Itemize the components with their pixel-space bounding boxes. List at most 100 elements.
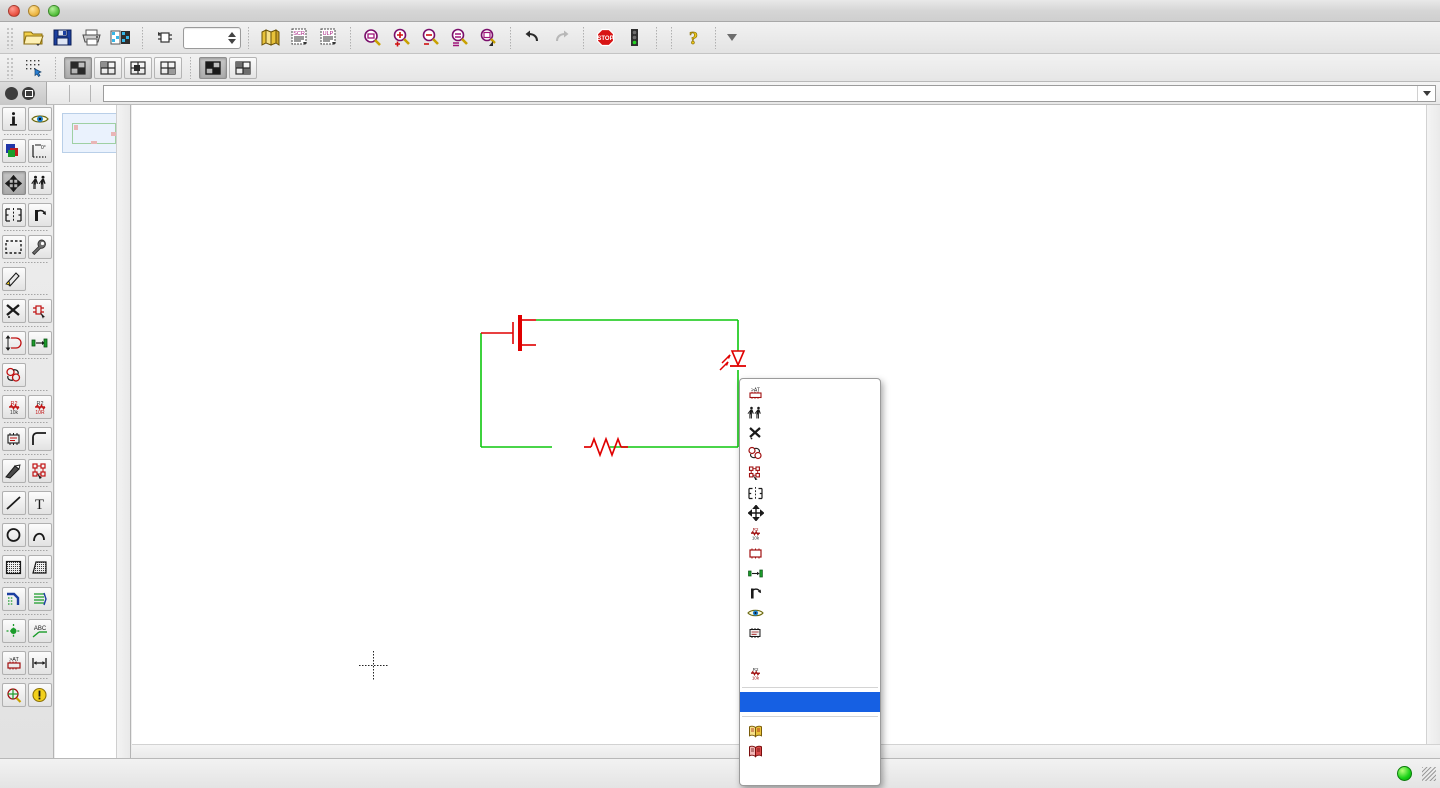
gateswap-tool[interactable] [1,363,26,387]
invoke-tool[interactable] [27,459,52,483]
junction-tool[interactable] [1,619,26,643]
label-tool[interactable]: ABC [27,619,52,643]
ctx-delete[interactable] [740,423,880,443]
command-history-dropdown[interactable] [1417,85,1435,101]
paste-tool[interactable] [1,267,26,291]
dimension-tool[interactable] [27,651,52,675]
canvas-vertical-scrollbar[interactable] [1426,105,1440,744]
ctx-replace[interactable] [740,563,880,583]
help-button[interactable]: ? [680,25,707,51]
smash-tool[interactable] [1,427,26,451]
errc-tool[interactable] [1,683,26,707]
zoom-out-button[interactable] [417,25,444,51]
ctx-open-symbol[interactable] [740,721,880,741]
display-layers-mid-button[interactable] [154,56,182,79]
display-layers-top-button[interactable] [94,56,122,79]
sheet-spinner-arrows[interactable] [226,31,240,44]
ctx-show[interactable] [740,603,880,623]
float-panel-icon[interactable] [22,86,35,100]
ctx-smash[interactable] [740,623,880,643]
ctx-rotate[interactable] [740,583,880,603]
copy-tool[interactable] [27,171,52,195]
layer-toolbar-drag-grip[interactable] [6,56,15,79]
sheet-thumbnail[interactable] [61,113,124,153]
command-input[interactable] [104,85,1417,101]
mark-tool[interactable]: 0° [27,139,52,163]
zoom-select-button[interactable] [475,25,502,51]
text-tool[interactable]: T [27,491,52,515]
go-button[interactable] [621,25,648,51]
sheets-scrollbar[interactable] [116,105,130,758]
show-tool[interactable] [27,107,52,131]
undo-button[interactable] [519,25,546,51]
ctx-technology[interactable] [740,643,880,663]
command-line[interactable] [103,84,1436,102]
display-layers-all-button[interactable] [64,56,92,79]
close-icon[interactable] [5,86,18,100]
info-tool[interactable] [1,107,26,131]
value-tool[interactable]: R2 10R [27,395,52,419]
redraw-button[interactable] [446,25,473,51]
stop-button[interactable]: STOP [592,25,619,51]
errors-tool[interactable] [27,683,52,707]
rotate-tool[interactable] [27,203,52,227]
ctx-package[interactable] [740,543,880,563]
close-window-button[interactable] [8,4,20,17]
miter-tool[interactable] [27,427,52,451]
display-mode-b-button[interactable] [229,56,257,79]
delete-tool[interactable] [1,299,26,323]
ctx-gateswap[interactable] [740,443,880,463]
move-tool[interactable] [1,171,26,195]
polygon-tool[interactable] [27,555,52,579]
tool-row-circle [0,523,53,547]
ctx-invoke[interactable] [740,463,880,483]
mirror-tool[interactable] [1,203,26,227]
zoom-fit-button[interactable] [359,25,386,51]
window-resize-grip[interactable] [1422,766,1436,781]
minimize-window-button[interactable] [28,4,40,17]
zoom-in-button[interactable] [388,25,415,51]
ctx-copy[interactable] [740,403,880,423]
split-tool[interactable] [1,459,26,483]
display-mode-a-button[interactable] [199,56,227,79]
grid-settings-button[interactable] [20,55,47,81]
toolbar-drag-grip[interactable] [6,26,15,49]
sheet-spinner[interactable] [183,26,241,49]
ctx-name[interactable]: R2 10k [740,523,880,543]
design-link-menu[interactable] [727,34,737,41]
ctx-properties[interactable] [740,761,880,781]
rect-tool[interactable] [1,555,26,579]
board-switch-button[interactable] [151,25,178,51]
ctx-open-device[interactable] [740,741,880,761]
cam-processor-button[interactable] [107,25,134,51]
change-tool[interactable] [27,235,52,259]
attribute-tool[interactable]: >AT [1,651,26,675]
ctx-mirror[interactable] [740,483,880,503]
display-layers-bottom-button[interactable] [124,56,152,79]
ctx-attribute[interactable]: >AT [740,383,880,403]
ctx-move-group[interactable] [740,692,880,712]
script-button[interactable]: SCR [286,25,313,51]
arc-tool[interactable] [27,523,52,547]
save-button[interactable] [49,25,76,51]
group-tool[interactable] [1,235,26,259]
circle-tool[interactable] [1,523,26,547]
svg-text:R2: R2 [753,527,759,532]
net-tool[interactable] [27,587,52,611]
ctx-move[interactable] [740,503,880,523]
replace-tool[interactable] [27,331,52,355]
wire-tool[interactable] [1,491,26,515]
bus-tool[interactable] [1,587,26,611]
ctx-value[interactable]: R2 10k [740,663,880,683]
redo-button[interactable] [548,25,575,51]
print-button[interactable] [78,25,105,51]
add-tool[interactable] [27,299,52,323]
maximize-window-button[interactable] [48,4,60,17]
display-tool[interactable] [1,139,26,163]
ulp-button[interactable]: ULP [315,25,342,51]
library-button[interactable] [257,25,284,51]
sheets-tab[interactable] [0,81,47,105]
pinswap-tool[interactable] [1,331,26,355]
open-file-button[interactable] [20,25,47,51]
name-tool[interactable]: R2 10k [1,395,26,419]
